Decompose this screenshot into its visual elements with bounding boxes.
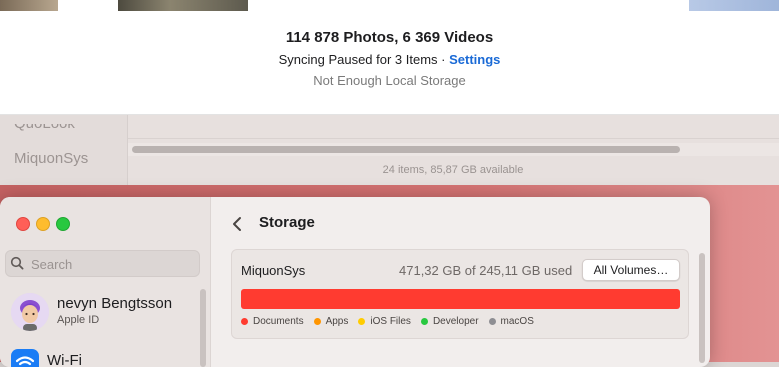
sidebar-item-wifi[interactable]: Wi-Fi [47, 352, 82, 367]
legend-label: Developer [432, 316, 479, 327]
legend-item: macOS [488, 316, 534, 327]
page-title: Storage [259, 214, 315, 231]
content-scrollbar[interactable] [699, 253, 705, 363]
avatar-icon [11, 293, 49, 331]
close-button[interactable] [16, 217, 30, 231]
zoom-button[interactable] [56, 217, 70, 231]
settings-sidebar [0, 197, 211, 367]
chevron-left-icon[interactable] [232, 216, 242, 232]
finder-sidebar-item[interactable]: MiquonSys [14, 150, 88, 167]
legend-item: Documents [241, 316, 304, 327]
sync-status: Syncing Paused for 3 Items · Settings [0, 52, 779, 67]
memoji-avatar[interactable] [11, 293, 49, 331]
apple-id-label: Apple ID [57, 314, 100, 326]
photo-thumbnail[interactable] [689, 0, 779, 11]
search-icon [10, 256, 24, 270]
search-placeholder: Search [31, 257, 73, 272]
storage-usage-bar [241, 289, 680, 309]
legend-item: Developer [420, 316, 479, 327]
divider [128, 138, 779, 139]
wifi-icon [11, 349, 39, 367]
legend-label: Documents [253, 316, 304, 327]
usage-text: 471,32 GB of 245,11 GB used [399, 263, 573, 278]
sync-status-text: Syncing Paused for 3 Items · [278, 52, 450, 67]
sidebar-scrollbar[interactable] [200, 289, 206, 367]
volume-name: MiquonSys [241, 263, 306, 278]
settings-link[interactable]: Settings [449, 52, 500, 67]
legend-dot [241, 318, 248, 325]
user-name[interactable]: nevyn Bengtsson [57, 295, 172, 312]
storage-warning: Not Enough Local Storage [313, 73, 466, 88]
storage-legend: Documents Apps iOS Files Developer macOS [241, 316, 544, 327]
all-volumes-button[interactable]: All Volumes… [582, 259, 680, 281]
minimize-button[interactable] [36, 217, 50, 231]
legend-label: Apps [325, 316, 349, 327]
photo-thumbnail[interactable] [118, 0, 248, 11]
legend-dot [313, 318, 321, 325]
photo-thumbnail[interactable] [0, 0, 58, 11]
legend-label: macOS [500, 316, 534, 327]
legend-dot [358, 318, 366, 325]
legend-item: iOS Files [358, 316, 411, 327]
scrollbar-thumb[interactable] [132, 146, 680, 153]
legend-dot [420, 318, 428, 325]
library-counts: 114 878 Photos, 6 369 Videos [285, 29, 494, 46]
finder-status-bar: 24 items, 85,87 GB available [382, 164, 524, 176]
legend-label: iOS Files [370, 316, 411, 327]
legend-dot [488, 318, 496, 325]
legend-item: Apps [313, 316, 349, 327]
